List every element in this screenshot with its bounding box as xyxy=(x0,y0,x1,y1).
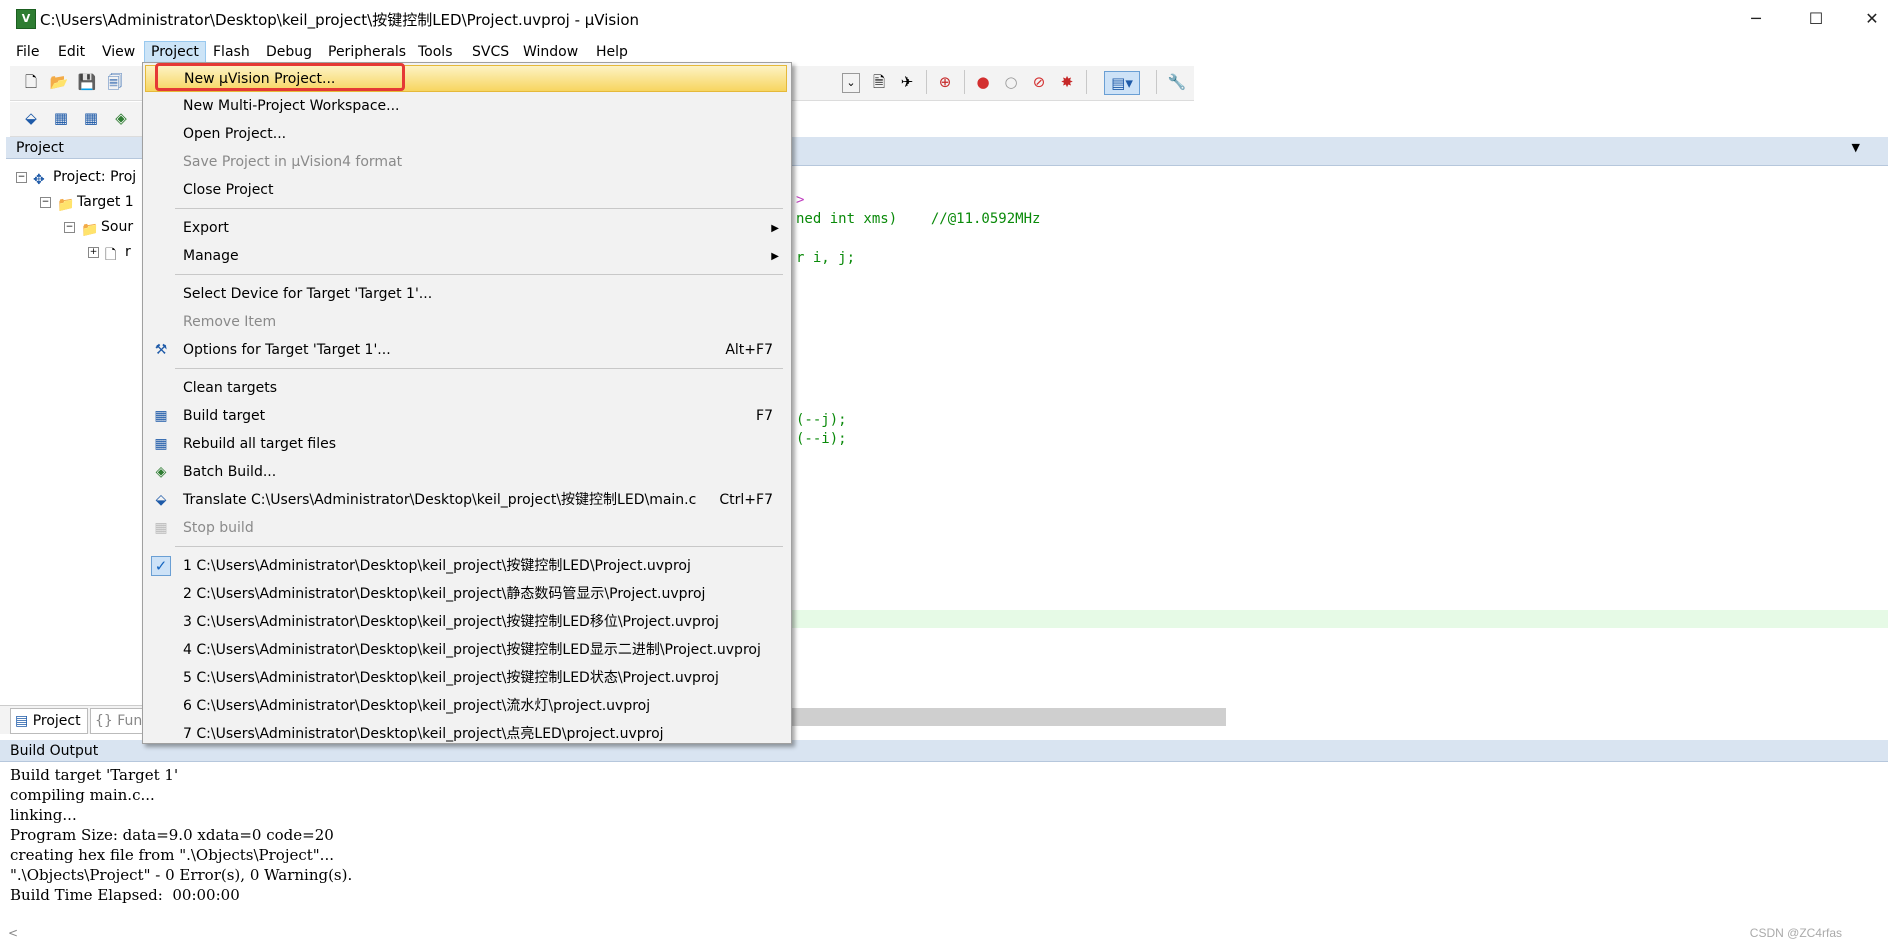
new-file-icon[interactable]: 🗋 xyxy=(20,71,42,93)
watermark: CSDN @ZC4rfas xyxy=(1749,926,1842,940)
current-line-highlight xyxy=(790,610,1888,628)
submenu-arrow-icon: ▶ xyxy=(771,223,779,234)
expand-icon[interactable]: + xyxy=(88,246,99,258)
tree-item-file[interactable]: + 🗋 r xyxy=(88,242,131,263)
menu-svcs[interactable]: SVCS xyxy=(466,42,515,62)
menu-project[interactable]: Project xyxy=(144,41,206,63)
tab-project[interactable]: ▤ Project xyxy=(10,708,88,734)
debug-session-icon[interactable]: ⊕ xyxy=(934,71,956,93)
menu-item-rebuild-all[interactable]: ▦ Rebuild all target files xyxy=(145,431,787,458)
menu-item-recent-project-3[interactable]: 3 C:\Users\Administrator\Desktop\keil_pr… xyxy=(145,609,787,636)
submenu-arrow-icon: ▶ xyxy=(771,251,779,262)
highlight-callout-box xyxy=(155,63,405,91)
menu-item-open-project[interactable]: Open Project... xyxy=(145,121,787,148)
window-title: C:\Users\Administrator\Desktop\keil_proj… xyxy=(40,11,640,29)
tree-item-project[interactable]: − ✥ Project: Proj xyxy=(16,167,136,188)
folder-icon: 📁 xyxy=(81,222,99,238)
batch-build-icon[interactable]: ◈ xyxy=(110,107,132,129)
stop-build-icon: ▦ xyxy=(154,520,168,536)
menu-bar: File Edit View Project Flash Debug Perip… xyxy=(0,38,1888,64)
file-icon: 🗋 xyxy=(105,247,117,263)
rebuild-icon: ▦ xyxy=(154,436,168,452)
save-all-icon[interactable]: 🗐 xyxy=(104,71,126,93)
editor-tab-strip: ▼ xyxy=(790,137,1888,166)
incremental-find-icon[interactable]: ✈ xyxy=(896,71,918,93)
project-menu-dropdown: New µVision Project... New Multi-Project… xyxy=(142,62,792,744)
menu-flash[interactable]: Flash xyxy=(207,42,256,62)
menu-view[interactable]: View xyxy=(96,42,141,62)
open-folder-icon[interactable]: 📂 xyxy=(48,71,70,93)
build-icon: ▦ xyxy=(154,408,168,424)
tree-item-target[interactable]: − 📁 Target 1 xyxy=(40,192,134,213)
menu-item-recent-project-4[interactable]: 4 C:\Users\Administrator\Desktop\keil_pr… xyxy=(145,637,787,664)
menu-file[interactable]: File xyxy=(10,42,45,62)
build-toolbar: ⬙ ▦ ▦ ◈ xyxy=(10,102,142,137)
menu-help[interactable]: Help xyxy=(590,42,634,62)
window-layout-icon[interactable]: ▤▾ xyxy=(1104,71,1140,95)
menu-item-recent-project-2[interactable]: 2 C:\Users\Administrator\Desktop\keil_pr… xyxy=(145,581,787,608)
horizontal-scrollbar-thumb[interactable] xyxy=(790,708,1226,726)
menu-item-options-for-target[interactable]: ⚒ Options for Target 'Target 1'... Alt+F7 xyxy=(145,337,787,364)
menu-separator xyxy=(175,274,783,275)
tab-list-chevron-icon[interactable]: ▼ xyxy=(1852,141,1860,154)
translate-icon: ⬙ xyxy=(155,492,167,508)
project-tree: − ✥ Project: Proj − 📁 Target 1 − 📁 Sour + 🗋 r xyxy=(6,159,142,705)
breakpoint-icon[interactable]: ● xyxy=(972,71,994,93)
menu-item-export[interactable]: Export ▶ xyxy=(145,215,787,242)
menu-separator xyxy=(175,208,783,209)
menu-item-translate[interactable]: ⬙ Translate C:\Users\Administrator\Deskto… xyxy=(145,487,787,514)
checkmark-icon: ✓ xyxy=(151,556,171,576)
close-button[interactable]: ✕ xyxy=(1852,6,1888,32)
menu-window[interactable]: Window xyxy=(517,42,584,62)
project-tab-icon: ▤ xyxy=(15,713,33,729)
menu-item-new-multi-project-workspace[interactable]: New Multi-Project Workspace... xyxy=(145,93,787,120)
kill-breakpoints-icon[interactable]: ✸ xyxy=(1056,71,1078,93)
menu-peripherals[interactable]: Peripherals xyxy=(322,42,412,62)
collapse-icon[interactable]: − xyxy=(64,221,75,233)
menu-edit[interactable]: Edit xyxy=(52,42,91,62)
menu-item-stop-build: ▦ Stop build xyxy=(145,515,787,542)
menu-tools[interactable]: Tools xyxy=(412,42,459,62)
configure-tools-icon[interactable]: 🔧 xyxy=(1166,71,1188,93)
menu-item-batch-build[interactable]: ◈ Batch Build... xyxy=(145,459,787,486)
minimize-button[interactable]: ─ xyxy=(1736,6,1776,32)
menu-separator xyxy=(175,368,783,369)
find-in-files-icon[interactable]: 🗎 xyxy=(868,71,890,93)
collapse-icon[interactable]: − xyxy=(40,196,51,208)
uvision-app-icon: V xyxy=(16,9,36,29)
menu-item-remove-item: Remove Item xyxy=(183,314,277,330)
menu-item-recent-project-6[interactable]: 6 C:\Users\Administrator\Desktop\keil_pr… xyxy=(145,693,787,720)
menu-item-manage[interactable]: Manage ▶ xyxy=(145,243,787,270)
dropdown-chevron-icon[interactable]: ⌄ xyxy=(842,73,860,93)
menu-separator xyxy=(175,546,783,547)
disable-all-breakpoints-icon[interactable]: ⊘ xyxy=(1028,71,1050,93)
project-icon: ✥ xyxy=(33,172,45,188)
code-editor[interactable]: > ned int xms) //@11.0592MHz r i, j; (--… xyxy=(790,166,1888,736)
menu-item-select-device[interactable]: Select Device for Target 'Target 1'... xyxy=(145,281,787,308)
scroll-left-icon[interactable]: < xyxy=(8,926,18,940)
menu-item-recent-project-7[interactable]: 7 C:\Users\Administrator\Desktop\keil_pr… xyxy=(145,721,787,748)
menu-item-clean-targets[interactable]: Clean targets xyxy=(145,375,787,402)
menu-item-save-project-uvision4: Save Project in µVision4 format xyxy=(183,154,403,170)
disable-breakpoint-icon[interactable]: ○ xyxy=(1000,71,1022,93)
collapse-icon[interactable]: − xyxy=(16,171,27,183)
menu-item-recent-project-5[interactable]: 5 C:\Users\Administrator\Desktop\keil_pr… xyxy=(145,665,787,692)
save-icon[interactable]: 💾 xyxy=(76,71,98,93)
translate-icon[interactable]: ⬙ xyxy=(20,107,42,129)
menu-item-recent-project-1[interactable]: ✓ 1 C:\Users\Administrator\Desktop\keil_p… xyxy=(145,553,787,580)
build-output-panel: Build target 'Target 1' compiling main.c… xyxy=(0,762,1888,948)
options-wand-icon: ⚒ xyxy=(154,342,168,358)
menu-debug[interactable]: Debug xyxy=(260,42,318,62)
batch-build-icon: ◈ xyxy=(155,464,167,480)
target-folder-icon: 📁 xyxy=(57,197,75,213)
build-icon[interactable]: ▦ xyxy=(50,107,72,129)
tree-item-source-group[interactable]: − 📁 Sour xyxy=(64,217,133,238)
menu-item-build-target[interactable]: ▦ Build target F7 xyxy=(145,403,787,430)
rebuild-icon[interactable]: ▦ xyxy=(80,107,102,129)
menu-item-close-project[interactable]: Close Project xyxy=(145,177,787,204)
maximize-button[interactable]: ☐ xyxy=(1796,6,1836,32)
title-bar: V C:\Users\Administrator\Desktop\keil_pr… xyxy=(0,0,1888,38)
